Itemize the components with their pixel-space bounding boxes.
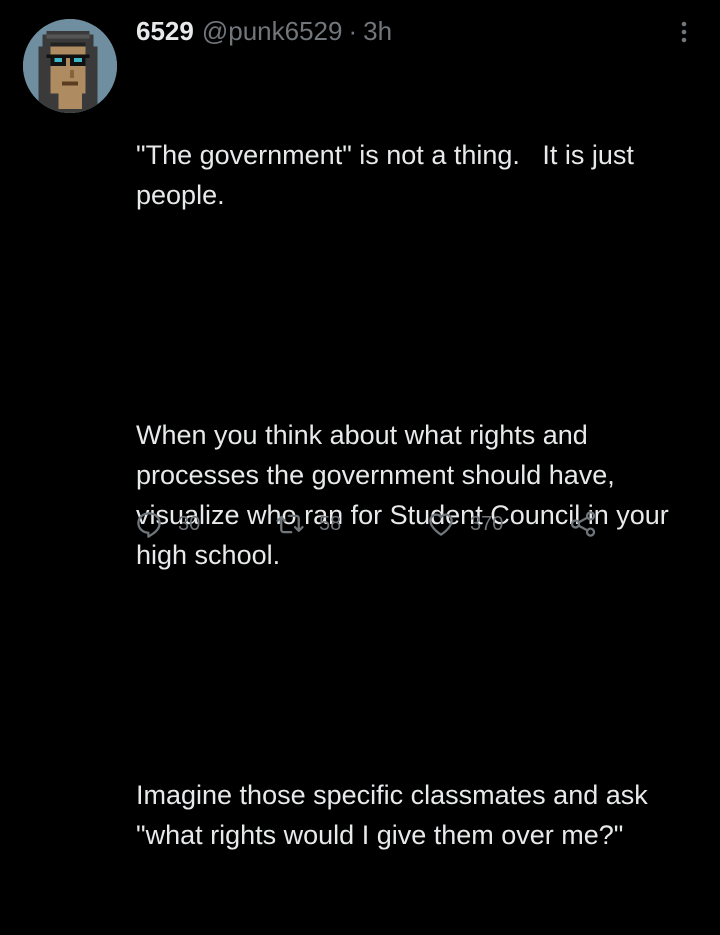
like-count: 370 bbox=[470, 512, 504, 535]
reply-button[interactable]: 30 bbox=[134, 507, 200, 541]
reply-count: 30 bbox=[178, 512, 201, 535]
heart-icon bbox=[429, 513, 453, 536]
more-options-button[interactable] bbox=[672, 18, 696, 46]
tweet-paragraph: "The government" is not a thing. It is j… bbox=[136, 140, 642, 210]
avatar[interactable] bbox=[23, 19, 117, 113]
tweet-paragraph: Imagine those specific classmates and as… bbox=[136, 780, 656, 850]
tweet-actions: 30 58 370 bbox=[134, 507, 614, 541]
tweet[interactable]: 6529 @punk6529 · 3h "The government" is … bbox=[0, 0, 720, 850]
tweet-text: "The government" is not a thing. It is j… bbox=[136, 55, 696, 935]
retweet-button[interactable]: 58 bbox=[275, 507, 341, 541]
tweet-header: 6529 @punk6529 · 3h bbox=[136, 16, 392, 50]
author-handle[interactable]: @punk6529 bbox=[202, 16, 343, 47]
retweet-icon bbox=[276, 514, 304, 534]
author-display-name[interactable]: 6529 bbox=[136, 16, 194, 47]
reply-icon bbox=[137, 512, 161, 538]
share-button[interactable] bbox=[568, 507, 598, 541]
retweet-count: 58 bbox=[319, 512, 342, 535]
tweet-timestamp[interactable]: 3h bbox=[363, 16, 392, 47]
more-vertical-icon bbox=[681, 21, 687, 43]
tweet-paragraph: When you think about what rights and pro… bbox=[136, 420, 677, 570]
separator-dot: · bbox=[348, 16, 358, 46]
like-button[interactable]: 370 bbox=[426, 507, 503, 541]
cryptopunk-avatar-icon bbox=[23, 19, 117, 113]
share-icon bbox=[570, 511, 596, 537]
